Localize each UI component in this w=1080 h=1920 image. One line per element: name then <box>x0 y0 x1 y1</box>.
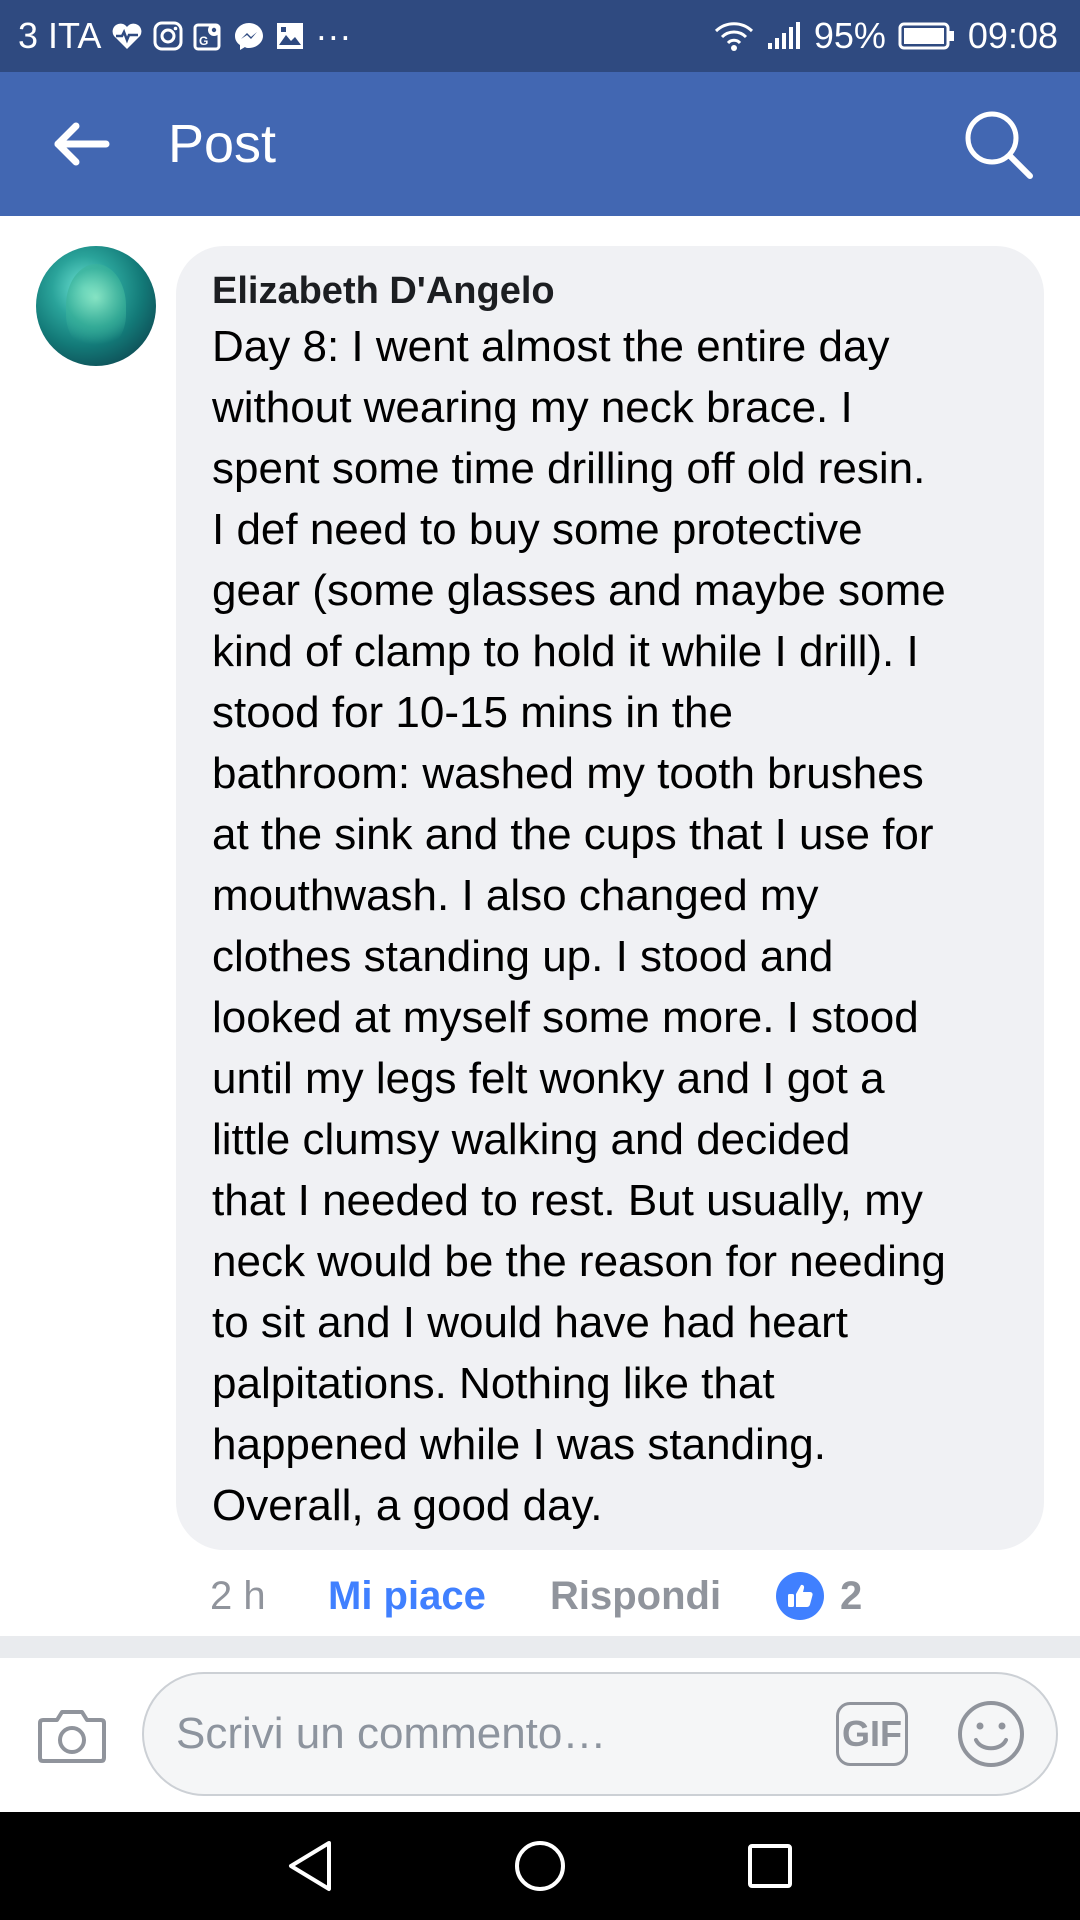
smiley-icon <box>958 1701 1024 1767</box>
heart-monitor-icon <box>111 22 143 50</box>
thumbs-up-icon <box>776 1572 824 1620</box>
status-left: 3 ITA G ··· <box>0 15 351 57</box>
triangle-back-icon <box>289 1841 331 1891</box>
camera-icon <box>38 1710 106 1763</box>
reaction-count: 2 <box>840 1573 863 1618</box>
comment-author[interactable]: Elizabeth D'Angelo <box>212 268 1010 314</box>
search-icon <box>965 111 1033 179</box>
comment-thread: Elizabeth D'Angelo Day 8: I went almost … <box>0 216 1080 1636</box>
page-title: Post <box>168 114 277 174</box>
divider <box>0 1636 1080 1658</box>
back-button[interactable] <box>22 72 142 216</box>
search-button[interactable] <box>948 94 1048 194</box>
comment-input-wrapper: GIF <box>142 1672 1058 1796</box>
battery-percent: 95% <box>813 15 886 56</box>
nav-recents-button[interactable] <box>740 1836 800 1896</box>
comment-actions: 2 h Mi piace Rispondi 2 <box>210 1556 862 1636</box>
instagram-icon <box>153 21 183 51</box>
signal-icon <box>766 21 802 51</box>
messenger-icon <box>233 21 265 51</box>
reaction-summary[interactable]: 2 <box>776 1572 862 1620</box>
comment-input[interactable] <box>144 1674 836 1794</box>
maps-icon: G <box>193 21 223 51</box>
nav-home-button[interactable] <box>510 1836 570 1896</box>
circle-home-icon <box>515 1841 565 1891</box>
clock: 09:08 <box>967 15 1058 56</box>
wifi-icon <box>714 19 754 53</box>
comment-text: Day 8: I went almost the entire day with… <box>212 322 946 1530</box>
square-recents-icon <box>748 1844 792 1888</box>
nav-back-button[interactable] <box>280 1836 340 1896</box>
gif-button[interactable]: GIF <box>836 1702 908 1766</box>
battery-icon <box>898 22 956 50</box>
carrier-label: 3 ITA <box>18 15 102 56</box>
reply-button[interactable]: Rispondi <box>550 1574 776 1619</box>
like-button[interactable]: Mi piace <box>328 1574 550 1619</box>
system-nav-bar <box>0 1812 1080 1920</box>
comment-composer: GIF <box>0 1658 1080 1812</box>
status-bar: 3 ITA G ··· 95% 09:08 <box>0 0 1080 72</box>
comment-bubble[interactable]: Elizabeth D'Angelo Day 8: I went almost … <box>176 246 1044 1550</box>
svg-text:G: G <box>199 34 208 48</box>
comment-timestamp[interactable]: 2 h <box>210 1574 328 1619</box>
app-bar: Post <box>0 72 1080 216</box>
avatar[interactable] <box>36 246 156 366</box>
status-right: 95% 09:08 <box>714 15 1080 57</box>
more-notifications: ··· <box>315 15 352 56</box>
emoji-button[interactable] <box>956 1699 1026 1769</box>
back-arrow-icon <box>54 122 110 166</box>
camera-button[interactable] <box>36 1703 108 1767</box>
gallery-icon <box>275 21 305 51</box>
